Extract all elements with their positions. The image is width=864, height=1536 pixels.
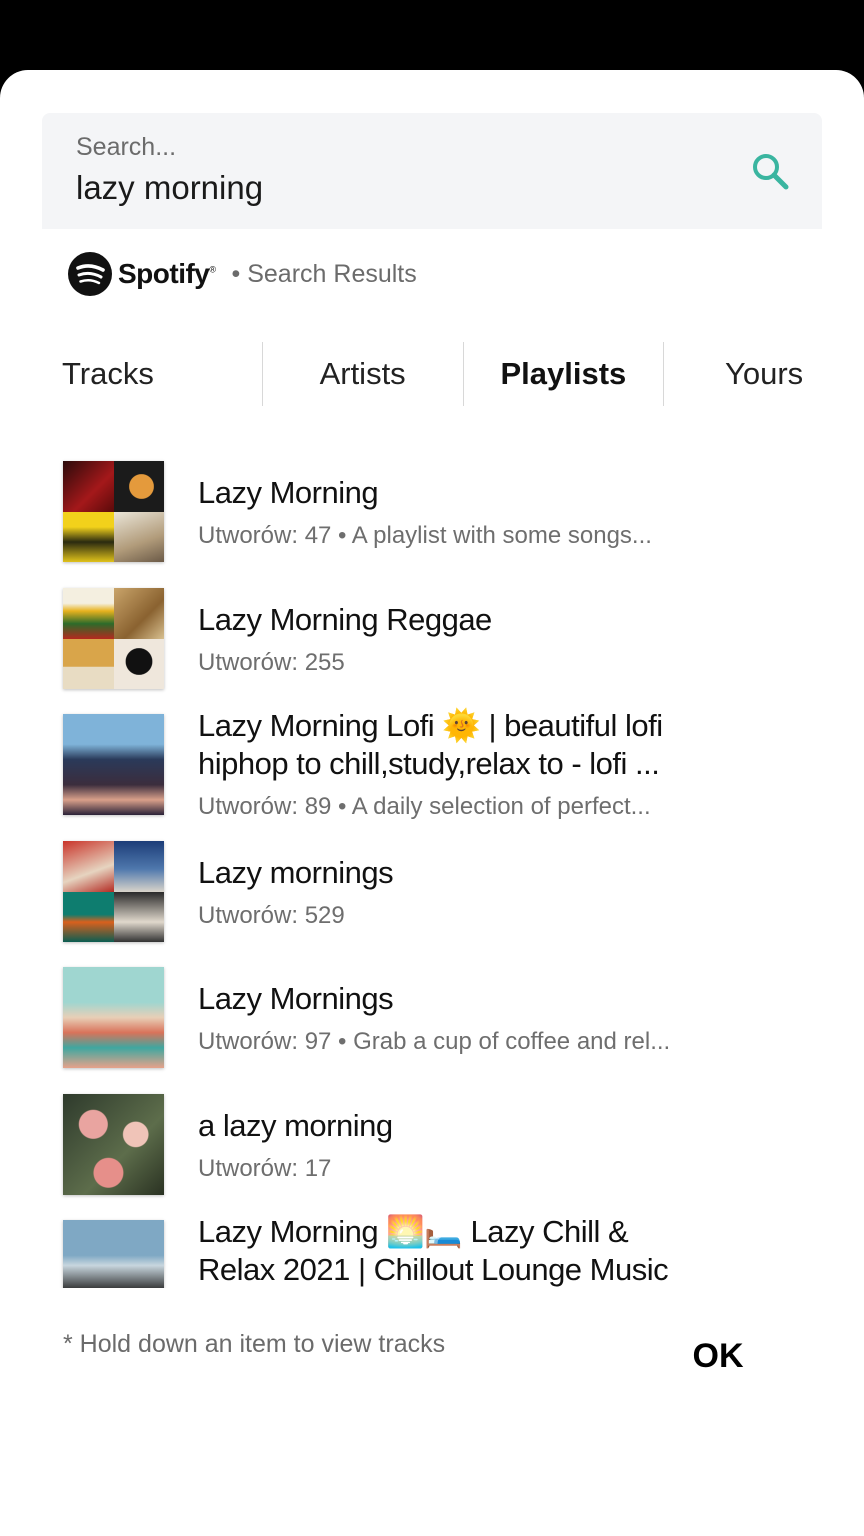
playlist-list: Lazy Morning Utworów: 47 • A playlist wi… [0, 458, 864, 1288]
playlist-title: Lazy Morning Lofi 🌞 | beautiful lofi hip… [198, 708, 663, 781]
playlist-subtitle: Utworów: 89 • A daily selection of perfe… [198, 793, 651, 820]
playlist-cover [63, 461, 164, 562]
playlist-title: Lazy mornings [198, 855, 394, 890]
ok-button[interactable]: OK [680, 1332, 756, 1380]
playlist-subtitle: Utworów: 255 [198, 649, 345, 676]
spotify-wordmark: Spotify® [118, 258, 216, 289]
result-tabs: Tracks Artists Playlists Yours [0, 342, 864, 406]
playlist-cover [63, 841, 164, 942]
playlist-subtitle: Utworów: 97 • Grab a cup of coffee and r… [198, 1028, 671, 1055]
playlist-title: Lazy Morning [198, 475, 379, 510]
playlist-cover [63, 1220, 164, 1288]
playlist-item[interactable]: Lazy Morning Lofi 🌞 | beautiful lofi hip… [0, 708, 864, 829]
search-dialog: Search... lazy morning Spotify® • Search… [0, 70, 864, 1536]
playlist-item[interactable]: Lazy Mornings Utworów: 97 • Grab a cup o… [0, 964, 864, 1082]
search-results-label: • Search Results [231, 259, 417, 288]
playlist-cover [63, 967, 164, 1068]
playlist-title: a lazy morning [198, 1108, 393, 1143]
spotify-logo-icon [68, 252, 112, 296]
search-icon[interactable] [748, 149, 792, 193]
tab-playlists[interactable]: Playlists [464, 342, 665, 406]
source-row: Spotify® • Search Results [68, 250, 417, 298]
playlist-subtitle: Utworów: 47 • A playlist with some songs… [198, 522, 652, 549]
playlist-cover [63, 1094, 164, 1195]
playlist-item[interactable]: Lazy mornings Utworów: 529 [0, 838, 864, 956]
playlist-cover [63, 588, 164, 689]
search-placeholder: Search... [76, 133, 177, 161]
playlist-item[interactable]: Lazy Morning 🌅🛏️ Lazy Chill & Relax 2021… [0, 1214, 864, 1288]
playlist-title: Lazy Mornings [198, 981, 394, 1016]
playlist-title: Lazy Morning 🌅🛏️ Lazy Chill & Relax 2021… [198, 1214, 669, 1287]
playlist-item[interactable]: Lazy Morning Utworów: 47 • A playlist wi… [0, 458, 864, 576]
tab-artists[interactable]: Artists [263, 342, 464, 406]
playlist-subtitle: Utworów: 529 [198, 902, 345, 929]
search-box[interactable]: Search... lazy morning [42, 113, 822, 229]
tab-yours[interactable]: Yours [664, 342, 864, 406]
search-input[interactable]: lazy morning [76, 169, 263, 207]
playlist-title: Lazy Morning Reggae [198, 602, 492, 637]
playlist-cover [63, 714, 164, 815]
playlist-item[interactable]: a lazy morning Utworów: 17 [0, 1091, 864, 1209]
hint-text: * Hold down an item to view tracks [63, 1330, 446, 1358]
tab-tracks[interactable]: Tracks [0, 342, 263, 406]
playlist-subtitle: Utworów: 17 [198, 1155, 332, 1182]
playlist-item[interactable]: Lazy Morning Reggae Utworów: 255 [0, 585, 864, 703]
